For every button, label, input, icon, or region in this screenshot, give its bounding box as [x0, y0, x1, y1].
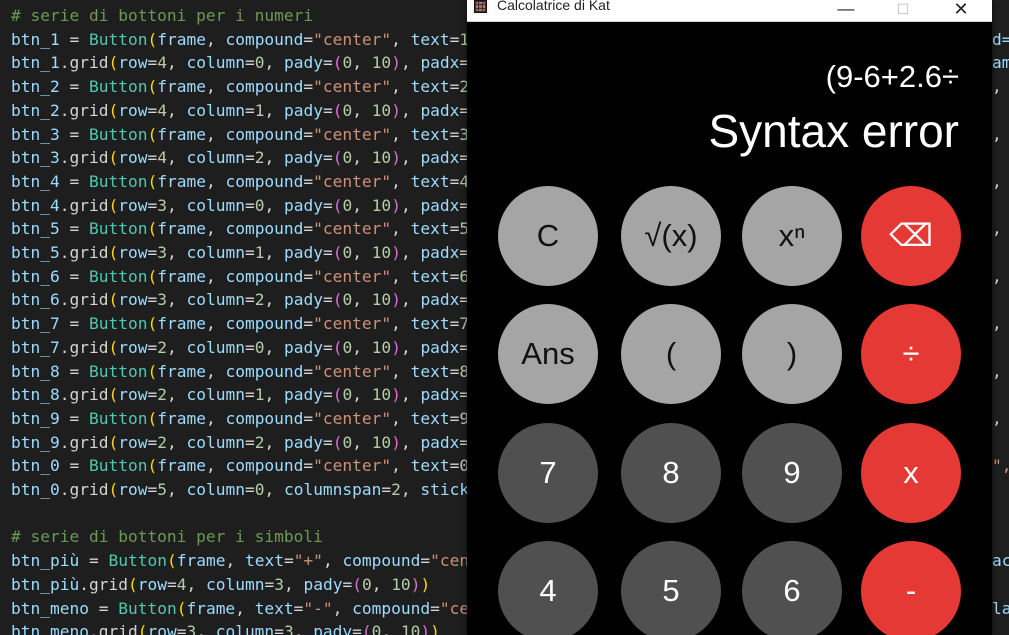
code-line: btn_0.grid(row=5, column=0, columnspan=2…: [11, 480, 479, 499]
title-bar[interactable]: Calcolatrice di Kat — ☐ ✕: [467, 0, 992, 22]
minimize-button[interactable]: —: [823, 0, 869, 21]
code-line: btn_7 = Button(frame, compound="center",…: [11, 314, 470, 334]
divide-button[interactable]: ÷: [861, 304, 961, 404]
clear-button[interactable]: C: [498, 186, 598, 286]
code-line: btn_9.grid(row=2, column=2, pady=(0, 10)…: [11, 432, 470, 452]
code-line: btn_meno = Button(frame, text="-", compo…: [11, 598, 479, 618]
window-title: Calcolatrice di Kat: [497, 0, 610, 13]
code-line: btn_8 = Button(frame, compound="center",…: [11, 361, 470, 381]
code-line: btn_1.grid(row=4, column=0, pady=(0, 10)…: [11, 53, 470, 73]
close-button[interactable]: ✕: [938, 0, 984, 21]
code-line: btn_6.grid(row=3, column=2, pady=(0, 10)…: [11, 290, 470, 310]
calculator-window: Calcolatrice di Kat — ☐ ✕ (9-6+2.6÷ Synt…: [467, 0, 992, 635]
code-line-fragment: la: [992, 598, 1009, 618]
code-line-fragment: am: [992, 53, 1009, 73]
digit-8-button[interactable]: 8: [621, 423, 721, 523]
code-line-fragment: ,: [992, 171, 1002, 191]
code-line-fragment: ,: [992, 314, 1002, 334]
maximize-button[interactable]: ☐: [880, 0, 926, 21]
code-line: btn_6 = Button(frame, compound="center",…: [11, 266, 470, 286]
code-line-fragment: d=: [992, 29, 1009, 49]
code-line-fragment: ac: [992, 551, 1009, 571]
code-line-fragment: ,: [992, 77, 1002, 97]
code-line: btn_4.grid(row=3, column=0, pady=(0, 10)…: [11, 195, 470, 215]
code-line: btn_5 = Button(frame, compound="center",…: [11, 219, 470, 239]
code-line: btn_0 = Button(frame, compound="center",…: [11, 456, 470, 476]
code-line-fragment: ,: [992, 266, 1002, 286]
code-line: btn_più.grid(row=4, column=3, pady=(0, 1…: [11, 574, 431, 594]
code-line: btn_3.grid(row=4, column=2, pady=(0, 10)…: [11, 148, 470, 168]
backspace-button[interactable]: ⌫: [861, 186, 961, 286]
code-line: btn_8.grid(row=2, column=1, pady=(0, 10)…: [11, 385, 470, 405]
code-line: # serie di bottoni per i numeri: [11, 6, 314, 25]
digit-5-button[interactable]: 5: [621, 541, 721, 635]
code-line-fragment: ,: [992, 124, 1002, 144]
result-display: Syntax error: [708, 105, 959, 157]
digit-6-button[interactable]: 6: [742, 541, 842, 635]
code-line: btn_7.grid(row=2, column=0, pady=(0, 10)…: [11, 337, 470, 357]
calculator-app-icon: [474, 0, 487, 13]
sqrt-button[interactable]: √(x): [621, 186, 721, 286]
minus-button[interactable]: -: [861, 541, 961, 635]
code-line-fragment: ,: [992, 408, 1002, 428]
open-paren-button[interactable]: (: [621, 304, 721, 404]
expression-display: (9-6+2.6÷: [825, 59, 959, 94]
code-line-fragment: ,: [992, 219, 1002, 239]
code-line: btn_1 = Button(frame, compound="center",…: [11, 29, 470, 49]
code-line: btn_4 = Button(frame, compound="center",…: [11, 171, 470, 191]
code-line: btn_3 = Button(frame, compound="center",…: [11, 124, 470, 144]
digit-9-button[interactable]: 9: [742, 423, 842, 523]
power-button[interactable]: xⁿ: [742, 186, 842, 286]
multiply-button[interactable]: x: [861, 423, 961, 523]
code-line: btn_5.grid(row=3, column=1, pady=(0, 10)…: [11, 243, 470, 262]
code-line-fragment: ,: [992, 361, 1002, 381]
code-line: btn_più = Button(frame, text="+", compou…: [11, 551, 470, 571]
digit-4-button[interactable]: 4: [498, 541, 598, 635]
code-line: btn_2.grid(row=4, column=1, pady=(0, 10)…: [11, 100, 470, 120]
ans-button[interactable]: Ans: [498, 304, 598, 404]
close-paren-button[interactable]: ): [742, 304, 842, 404]
code-line: btn_9 = Button(frame, compound="center",…: [11, 408, 470, 428]
code-line-fragment: ",: [992, 456, 1009, 476]
digit-7-button[interactable]: 7: [498, 423, 598, 523]
code-line: btn_2 = Button(frame, compound="center",…: [11, 77, 470, 97]
code-line: # serie di bottoni per i simboli: [11, 527, 323, 547]
code-line: btn_meno.grid(row=3, column=3, pady=(0, …: [11, 622, 440, 635]
